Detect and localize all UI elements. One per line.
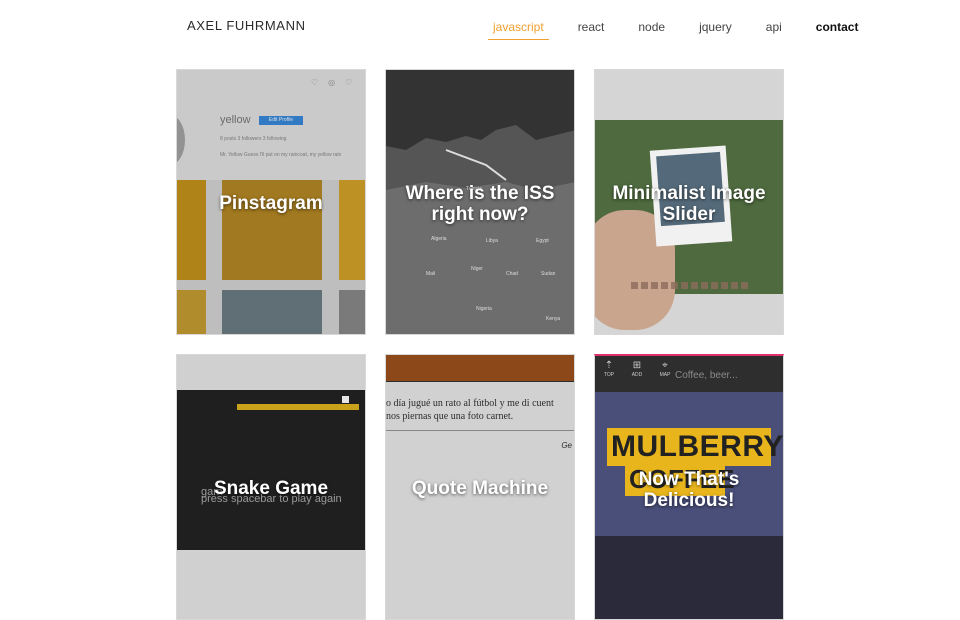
nav-jquery[interactable]: jquery <box>694 19 737 40</box>
project-card-snake[interactable]: gam press spacebar to play again Snake G… <box>176 354 366 620</box>
project-title: Now That's Delicious! <box>638 469 740 511</box>
project-title: Pinstagram <box>219 193 323 214</box>
top-icon: ⇡ TOP <box>603 360 615 378</box>
site-brand[interactable]: AXEL FUHRMANN <box>187 18 306 33</box>
project-card-quote[interactable]: o día jugué un rato al fútbol y me di cu… <box>385 354 575 620</box>
main-nav: javascript react node jquery api contact <box>488 19 863 40</box>
svg-text:Mali: Mali <box>426 271 435 277</box>
svg-text:Kenya: Kenya <box>546 316 560 322</box>
snake <box>237 404 359 410</box>
project-title: Where is the ISS right now? <box>405 183 555 225</box>
svg-text:Egypt: Egypt <box>536 238 549 244</box>
add-icon: ⊞ ADD <box>631 360 643 378</box>
app-topbar-preview: ⇡ TOP ⊞ ADD ⌖ MAP Coffee, beer... <box>595 356 783 392</box>
project-grid: ♡◎♡ yellow Edit Profile 8 posts 3 follow… <box>176 69 784 620</box>
project-title: Minimalist Image Slider <box>612 183 766 225</box>
food <box>342 396 349 403</box>
svg-text:Libya: Libya <box>486 238 498 244</box>
svg-text:Chad: Chad <box>506 271 518 277</box>
nav-react[interactable]: react <box>573 19 610 40</box>
sign-text: MULBERRY <box>611 430 784 463</box>
project-title: Snake Game <box>213 478 329 499</box>
nav-node[interactable]: node <box>633 19 670 40</box>
project-card-iss[interactable]: Algeria Libya Egypt Niger Chad Mali Suda… <box>385 69 575 335</box>
site-header: AXEL FUHRMANN javascript react node jque… <box>0 0 960 68</box>
project-title: Quote Machine <box>411 478 549 499</box>
project-card-slider[interactable]: Minimalist Image Slider <box>594 69 784 335</box>
nav-api[interactable]: api <box>761 19 787 40</box>
nav-contact[interactable]: contact <box>811 19 864 40</box>
svg-text:Algeria: Algeria <box>431 236 447 242</box>
svg-text:Nigeria: Nigeria <box>476 306 492 312</box>
search-placeholder: Coffee, beer... <box>675 370 738 381</box>
project-card-pinstagram[interactable]: ♡◎♡ yellow Edit Profile 8 posts 3 follow… <box>176 69 366 335</box>
svg-text:Niger: Niger <box>471 266 483 272</box>
game-board: gam press spacebar to play again <box>177 390 365 550</box>
project-card-delicious[interactable]: ⇡ TOP ⊞ ADD ⌖ MAP Coffee, beer... MULBERRY … <box>594 354 784 620</box>
slider-dots <box>631 282 751 289</box>
nav-javascript[interactable]: javascript <box>488 19 549 40</box>
svg-text:Sudan: Sudan <box>541 271 556 277</box>
